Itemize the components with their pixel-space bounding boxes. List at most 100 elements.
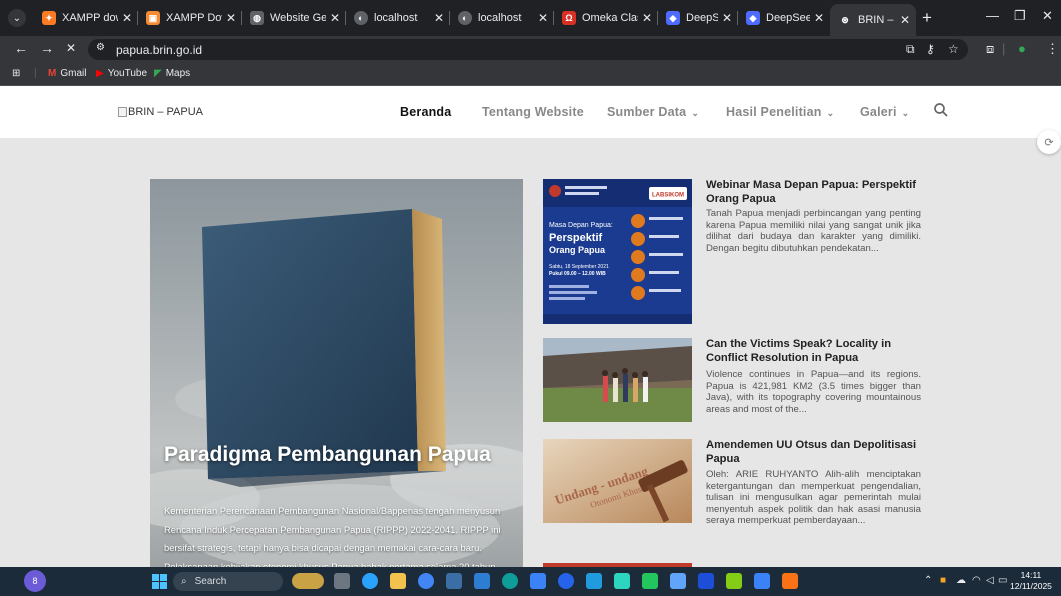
article-excerpt: Violence continues in Papua—and its regi…	[706, 369, 921, 415]
l-app-icon[interactable]	[474, 573, 490, 589]
close-tab-icon[interactable]: ✕	[226, 11, 236, 25]
stop-icon[interactable]: ✕	[66, 41, 76, 55]
translate-icon[interactable]: ⧉	[906, 42, 915, 57]
browser-tab[interactable]: Ω Omeka Classi ✕	[554, 4, 658, 32]
widgets-icon[interactable]: 8	[24, 570, 46, 592]
featured-article[interactable]: Paradigma Pembangunan Papua Kementerian …	[150, 179, 523, 567]
close-tab-icon[interactable]: ✕	[722, 11, 732, 25]
nav-galeri[interactable]: Galeri ⌄	[860, 105, 909, 119]
new-tab-button[interactable]: +	[922, 8, 932, 28]
localhost-icon: ◐	[354, 11, 368, 25]
close-tab-icon[interactable]: ✕	[814, 11, 824, 25]
forward-icon[interactable]: →	[40, 40, 54, 56]
nav-beranda[interactable]: Beranda	[400, 105, 451, 119]
webinar-poster-image: LABSIKOM Masa Depan Papua: Perspektif Or…	[543, 179, 692, 324]
tab-search-button[interactable]: ⌄	[8, 9, 26, 27]
nav-hasil-penelitian[interactable]: Hasil Penelitian ⌄	[726, 105, 834, 119]
app-icon[interactable]	[726, 573, 742, 589]
profile-avatar-icon[interactable]: ●	[1018, 41, 1026, 56]
browser-tab[interactable]: ◐ localhost ✕	[346, 4, 450, 32]
taskbar-search[interactable]: ⌕ Search	[173, 572, 283, 591]
close-tab-icon[interactable]: ✕	[330, 11, 340, 25]
article-thumbnail[interactable]: LABSIKOM Masa Depan Papua: Perspektif Or…	[543, 179, 692, 324]
windows-start-icon[interactable]	[152, 574, 167, 589]
browser-menu-icon[interactable]: ⋮	[1046, 41, 1059, 57]
tab-title: XAMPP dow	[62, 12, 118, 24]
store-icon[interactable]	[586, 573, 602, 589]
extensions-icon[interactable]: ⧈	[986, 41, 994, 57]
chrome-icon[interactable]	[418, 573, 434, 589]
address-bar[interactable]: ⚙ papua.brin.go.id ⧉ ⚷ ☆	[88, 39, 968, 60]
bookmark-star-icon[interactable]: ☆	[948, 42, 959, 56]
browser-tab[interactable]: ◆ DeepSeek | D ✕	[658, 4, 738, 32]
close-tab-icon[interactable]: ✕	[122, 11, 132, 25]
tray-app-icon[interactable]: ■	[940, 575, 946, 586]
edge-icon[interactable]	[502, 573, 518, 589]
app-icon[interactable]	[670, 573, 686, 589]
site-logo[interactable]: BRIN – PAPUA	[118, 106, 203, 118]
file-explorer-icon[interactable]	[390, 573, 406, 589]
bookmark-youtube[interactable]: ▶ YouTube	[96, 68, 147, 79]
article-thumbnail[interactable]: Undang - undang Otonomi Khusus	[543, 439, 692, 523]
poster-line1: Masa Depan Papua:	[549, 222, 613, 229]
article-title[interactable]: Amendemen UU Otsus dan Depolitisasi Papu…	[706, 439, 921, 466]
tab-title: Website Gen	[270, 12, 326, 24]
article-title[interactable]: Can the Victims Speak? Locality in Confl…	[706, 338, 921, 365]
search-icon: ⌕	[181, 576, 187, 587]
password-key-icon[interactable]: ⚷	[926, 42, 935, 56]
search-icon[interactable]	[933, 102, 949, 118]
copilot-icon[interactable]	[362, 573, 378, 589]
back-icon[interactable]: ←	[14, 40, 28, 56]
browser-tab[interactable]: ✦ XAMPP dow ✕	[34, 4, 138, 32]
restore-icon[interactable]: ❐	[1014, 8, 1026, 24]
browser-tab[interactable]: ◍ Website Gen ✕	[242, 4, 346, 32]
chevron-down-icon: ⌄	[826, 108, 835, 118]
notepad-icon[interactable]	[754, 573, 770, 589]
toolbar-divider: |	[1002, 41, 1006, 56]
broken-image-icon	[118, 107, 127, 117]
close-tab-icon[interactable]: ✕	[642, 11, 652, 25]
bookmarks-divider: |	[34, 68, 37, 79]
app-icon[interactable]	[446, 573, 462, 589]
apps-grid-icon[interactable]: ⊞	[12, 68, 20, 79]
app-icon[interactable]	[642, 573, 658, 589]
task-view-icon[interactable]	[334, 573, 350, 589]
gmail-icon: M	[48, 68, 57, 79]
close-tab-icon[interactable]: ✕	[900, 13, 910, 27]
nav-tentang-website[interactable]: Tentang Website	[482, 105, 584, 119]
chevron-down-icon: ⌄	[691, 108, 700, 118]
site-info-icon[interactable]: ⚙	[96, 42, 105, 53]
url-text[interactable]: papua.brin.go.id	[116, 43, 202, 57]
vscode-icon[interactable]	[698, 573, 714, 589]
battery-icon[interactable]: ▭	[998, 575, 1007, 586]
xampp-taskbar-icon[interactable]	[782, 573, 798, 589]
news-widget-icon[interactable]	[292, 573, 324, 589]
tab-title: XAMPP Dow	[166, 12, 222, 24]
nav-sumber-data[interactable]: Sumber Data ⌄	[607, 105, 699, 119]
taskbar-clock[interactable]: 14:11 12/11/2025	[1010, 570, 1052, 592]
browser-tab-active[interactable]: ⊛ BRIN – PAPU ✕	[830, 4, 916, 36]
close-window-icon[interactable]: ✕	[1042, 8, 1053, 24]
close-tab-icon[interactable]: ✕	[434, 11, 444, 25]
minimize-icon[interactable]: —	[986, 8, 999, 23]
browser-tab[interactable]: ◐ localhost ✕	[450, 4, 554, 32]
messenger-icon[interactable]	[558, 573, 574, 589]
floating-widget-icon[interactable]: ⟳	[1037, 130, 1061, 154]
close-tab-icon[interactable]: ✕	[538, 11, 548, 25]
browser-tab[interactable]: ▣ XAMPP Dow ✕	[138, 4, 242, 32]
clock-date: 12/11/2025	[1010, 581, 1052, 591]
tab-title: DeepSeek | D	[686, 12, 718, 24]
app-icon[interactable]	[530, 573, 546, 589]
onedrive-icon[interactable]: ☁	[956, 575, 966, 586]
wifi-icon[interactable]: ◠	[972, 575, 981, 586]
article-title[interactable]: Webinar Masa Depan Papua: Perspektif Ora…	[706, 179, 921, 206]
bookmark-gmail[interactable]: M Gmail	[48, 68, 86, 79]
tab-title: BRIN – PAPU	[858, 14, 896, 26]
show-hidden-icons-icon[interactable]: ⌃	[924, 575, 932, 586]
bookmark-maps[interactable]: ◤ Maps	[154, 68, 190, 79]
app-icon[interactable]	[614, 573, 630, 589]
featured-title[interactable]: Paradigma Pembangunan Papua	[164, 442, 494, 467]
article-thumbnail[interactable]	[543, 338, 692, 422]
volume-icon[interactable]: ◁	[986, 575, 994, 586]
browser-tab[interactable]: ◆ DeepSeek ✕	[738, 4, 830, 32]
